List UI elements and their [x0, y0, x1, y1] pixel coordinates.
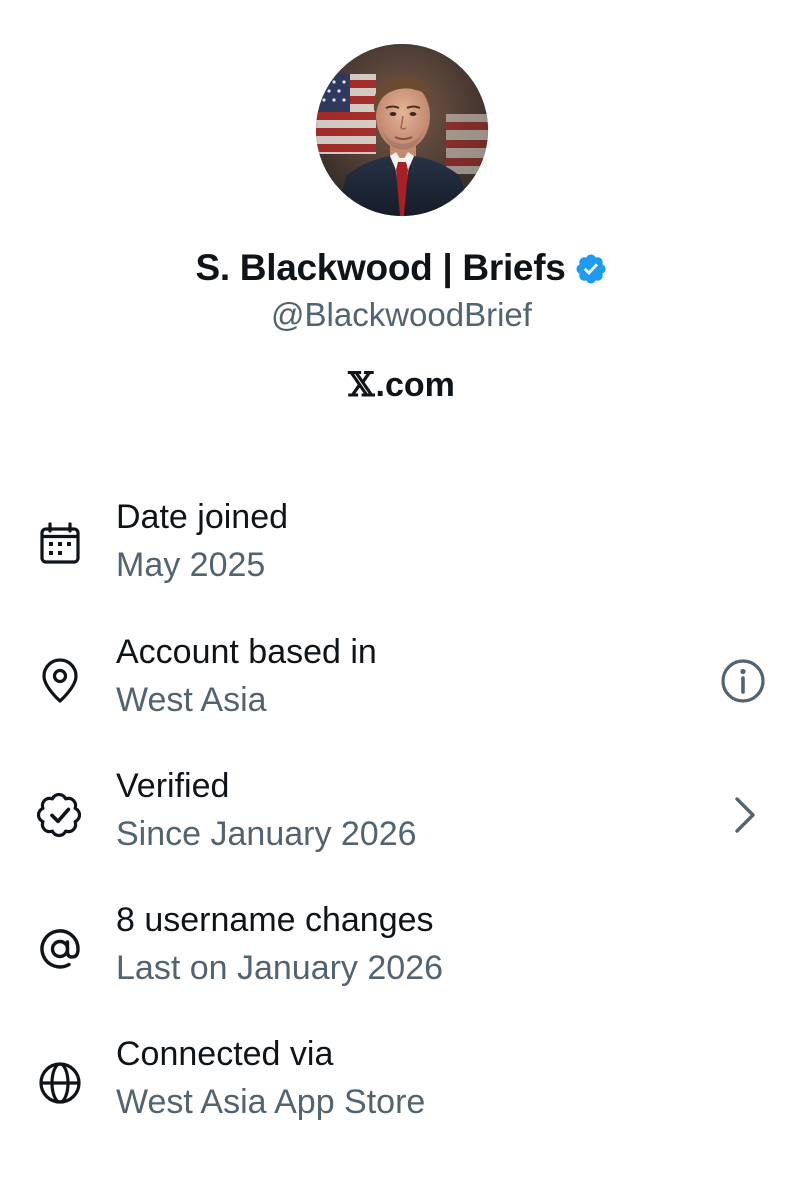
row-subtitle: West Asia App Store	[116, 1083, 426, 1121]
info-row-connected-via: Connected via West Asia App Store	[0, 1035, 803, 1135]
info-icon[interactable]	[719, 657, 767, 705]
site-link[interactable]: 𝕏 .com	[0, 360, 803, 410]
row-title: Date joined	[116, 498, 289, 536]
chevron-right-icon[interactable]	[719, 791, 767, 839]
info-row-date-joined: Date joined May 2025	[0, 498, 803, 598]
row-subtitle: West Asia	[116, 681, 267, 719]
display-name: S. Blackwood | Briefs	[195, 247, 566, 288]
verified-badge-icon[interactable]	[574, 252, 608, 286]
profile-handle: @BlackwoodBrief	[271, 296, 532, 333]
display-name-row: S. Blackwood | Briefs	[0, 240, 803, 296]
row-title: Account based in	[116, 633, 377, 671]
at-sign-icon	[36, 925, 84, 973]
avatar[interactable]	[316, 44, 488, 216]
globe-icon	[36, 1059, 84, 1107]
location-pin-icon	[36, 657, 84, 705]
row-title: 8 username changes	[116, 901, 434, 939]
info-row-username-changes: 8 username changes Last on January 2026	[0, 901, 803, 1001]
row-title: Connected via	[116, 1035, 334, 1073]
info-row-verified[interactable]: Verified Since January 2026	[0, 767, 803, 867]
calendar-icon	[36, 520, 84, 568]
avatar-image	[316, 44, 488, 216]
row-subtitle: Last on January 2026	[116, 949, 444, 987]
info-row-account-based-in: Account based in West Asia	[0, 633, 803, 733]
x-logo-mark: 𝕏	[348, 365, 375, 405]
row-subtitle: Since January 2026	[116, 815, 417, 853]
row-subtitle: May 2025	[116, 546, 266, 584]
row-title: Verified	[116, 767, 230, 805]
site-domain: .com	[375, 365, 455, 404]
verified-outline-icon	[36, 791, 84, 839]
